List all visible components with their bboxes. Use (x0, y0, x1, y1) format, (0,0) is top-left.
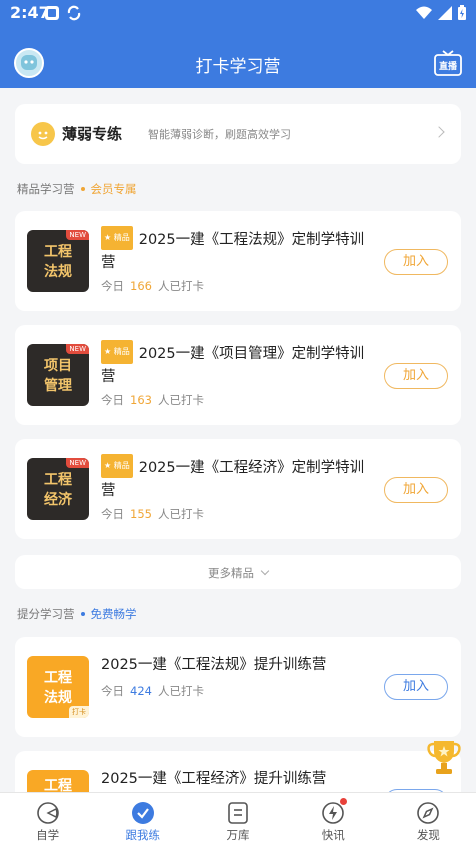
tab-self-study[interactable]: 自学 (0, 793, 95, 846)
free-section-header: 提分学习营 免费畅学 (17, 606, 137, 622)
premium-camp-card[interactable]: 工程 法规 NEW ★ 精品 2025一建《工程法规》定制学特训营 今日 166 人已… (15, 211, 461, 311)
more-premium-button[interactable]: 更多精品 (15, 555, 461, 589)
camp-meta: 今日 424 人已打卡 (101, 684, 204, 698)
notification-dot (340, 798, 348, 805)
wifi-icon (416, 6, 432, 19)
tab-discover[interactable]: 发现 (381, 793, 476, 846)
premium-badge: ★ 精品 (101, 454, 133, 478)
premium-badge: ★ 精品 (101, 226, 133, 250)
compass-icon (417, 802, 440, 824)
check-circle-icon (131, 802, 154, 824)
checkin-count: 166 (130, 279, 152, 293)
camp-title: ★ 精品 2025一建《项目管理》定制学特训营 (101, 340, 371, 388)
cover-text: 项目 管理 (44, 358, 72, 394)
live-button[interactable]: 直播 (434, 50, 462, 76)
new-badge: NEW (66, 458, 89, 468)
tab-label: 自学 (36, 828, 60, 842)
camp-meta: 今日 155 人已打卡 (101, 507, 204, 521)
section-title: 提分学习营 (17, 607, 75, 621)
premium-camp-card[interactable]: 工程 经济 NEW ★ 精品 2025一建《工程经济》定制学特训营 今日 155 人已… (15, 439, 461, 539)
course-cover: 工程 经济 NEW (27, 458, 89, 520)
join-button[interactable]: 加入 (384, 477, 448, 503)
cover-text: 工程 法规 (44, 670, 72, 706)
trophy-icon (427, 741, 461, 774)
camp-title: 2025一建《工程经济》提升训练营 (101, 771, 327, 787)
course-cover: 项目 管理 NEW (27, 344, 89, 406)
dot-icon (80, 611, 85, 616)
join-button[interactable]: 加入 (384, 363, 448, 389)
checkin-count: 163 (130, 393, 152, 407)
checkin-badge: 打卡 (69, 706, 89, 718)
tab-label: 跟我练 (125, 828, 161, 842)
status-bar: 2:47 (0, 0, 476, 26)
tab-label: 发现 (416, 828, 440, 842)
tab-library[interactable]: 万库 (190, 793, 285, 846)
self-study-icon (36, 802, 59, 824)
tab-news[interactable]: 快讯 (286, 793, 381, 846)
camp-meta: 今日 166 人已打卡 (101, 279, 204, 293)
new-badge: NEW (66, 230, 89, 240)
shield-app-icon (45, 6, 59, 20)
page-title: 打卡学习营 (195, 57, 281, 77)
signal-icon (438, 5, 452, 20)
library-icon (228, 802, 248, 824)
chevron-right-icon (433, 126, 445, 138)
dot-icon (80, 186, 85, 191)
camp-title: ★ 精品 2025一建《工程经济》定制学特训营 (101, 454, 371, 502)
tab-label: 快讯 (321, 828, 345, 842)
camp-title: 2025一建《工程法规》提升训练营 (101, 657, 327, 673)
free-camp-card[interactable]: 工程 法规 打卡 2025一建《工程法规》提升训练营 今日 424 人已打卡 加入 (15, 637, 461, 737)
join-button[interactable]: 加入 (384, 674, 448, 700)
new-badge: NEW (66, 344, 89, 354)
sync-app-icon (67, 5, 81, 21)
section-title: 精品学习营 (17, 182, 75, 196)
weak-practice-desc: 智能薄弱诊断，刷题高效学习 (148, 128, 291, 141)
section-tag: 免费畅学 (90, 607, 137, 621)
trophy-button[interactable] (426, 737, 462, 777)
cover-text: 工程 法规 (44, 244, 72, 280)
checkin-count: 155 (130, 507, 152, 521)
cover-text: 工程 经济 (44, 472, 72, 508)
live-label: 直播 (438, 62, 457, 72)
weak-practice-title: 薄弱专练 (62, 125, 123, 143)
more-label: 更多精品 (15, 565, 461, 581)
premium-section-header: 精品学习营 会员专属 (17, 181, 137, 197)
chat-bubble-icon (31, 122, 55, 146)
checkin-count: 424 (130, 684, 152, 698)
chevron-down-icon (260, 566, 270, 576)
course-cover: 工程 法规 NEW (27, 230, 89, 292)
section-tag: 会员专属 (90, 182, 137, 196)
bottom-tab-bar: 自学 跟我练 万库 快讯 发现 (0, 792, 476, 846)
camp-meta: 今日 163 人已打卡 (101, 393, 204, 407)
weak-practice-card[interactable]: 薄弱专练 智能薄弱诊断，刷题高效学习 (15, 104, 461, 164)
premium-badge: ★ 精品 (101, 340, 133, 364)
join-button[interactable]: 加入 (384, 249, 448, 275)
premium-camp-card[interactable]: 项目 管理 NEW ★ 精品 2025一建《项目管理》定制学特训营 今日 163 人已… (15, 325, 461, 425)
tab-label: 万库 (226, 828, 250, 842)
battery-icon (458, 5, 466, 20)
course-cover: 工程 法规 打卡 (27, 656, 89, 718)
camp-title: ★ 精品 2025一建《工程法规》定制学特训营 (101, 226, 371, 274)
tab-follow-practice[interactable]: 跟我练 (95, 793, 190, 846)
